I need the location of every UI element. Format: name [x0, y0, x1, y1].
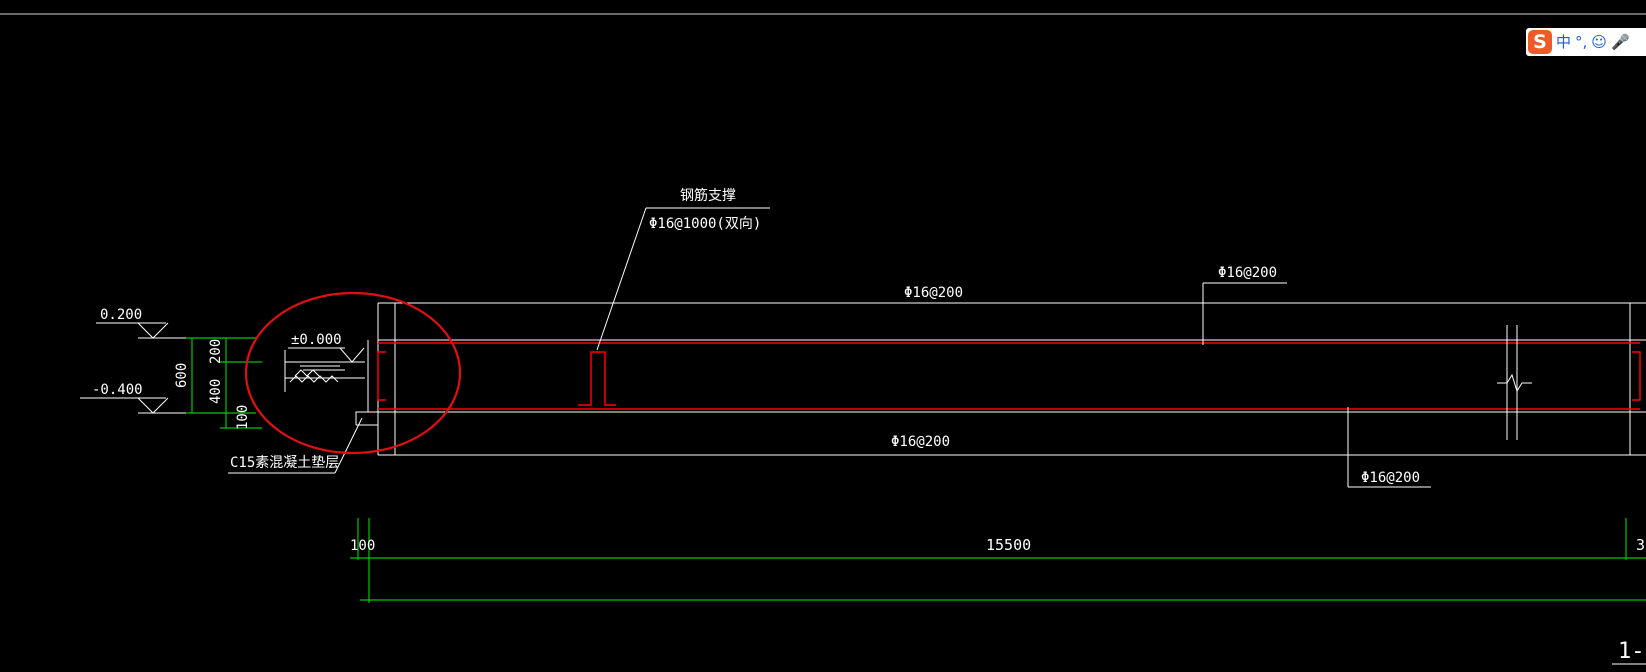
dim-upper: 200: [208, 339, 224, 364]
ime-toolbar[interactable]: S 中 °, ☺ 🎤: [1526, 28, 1646, 56]
cushion-label: C15素混凝土垫层: [230, 455, 339, 471]
dim-cushion: 100: [235, 405, 251, 430]
elevation-top-label: 0.200: [100, 307, 142, 323]
dimension-lines: [186, 337, 1646, 603]
dim-total-height: 600: [174, 363, 190, 388]
rebar-top-right-label: Φ16@200: [1218, 265, 1277, 281]
support-spec: Φ16@1000(双向): [649, 216, 761, 232]
mic-icon[interactable]: 🎤: [1611, 34, 1630, 50]
ime-punct-toggle[interactable]: °,: [1575, 34, 1587, 50]
dim-span: 15500: [986, 536, 1031, 554]
elevation-zero-label: ±0.000: [291, 332, 342, 348]
annotation-circle: [244, 291, 462, 455]
dim-lower: 400: [208, 379, 224, 404]
dim-right-partial: 3: [1636, 536, 1645, 554]
dim-left-offset: 100: [350, 538, 375, 554]
slab-outline: [355, 302, 1646, 456]
cad-drawing[interactable]: 0.200 -0.400 ±0.000 600 200 400 100 C15素…: [0, 0, 1646, 672]
sogou-logo-icon[interactable]: S: [1528, 30, 1552, 54]
emoji-icon[interactable]: ☺: [1591, 34, 1607, 50]
cad-canvas[interactable]: 0.200 -0.400 ±0.000 600 200 400 100 C15素…: [0, 0, 1646, 672]
rebar-bottom-right-label: Φ16@200: [1361, 470, 1420, 486]
ime-mode-toggle[interactable]: 中: [1556, 34, 1571, 50]
elevation-bottom-label: -0.400: [92, 382, 143, 398]
rebar-top-mid-label: Φ16@200: [904, 285, 963, 301]
leader-lines: [228, 207, 1431, 488]
rebar-bottom-mid-label: Φ16@200: [891, 434, 950, 450]
rebar-lines: [377, 342, 1641, 410]
ground-hatch: [289, 365, 345, 383]
support-title: 钢筋支撑: [680, 187, 736, 204]
section-label: 1-1: [1618, 639, 1646, 664]
